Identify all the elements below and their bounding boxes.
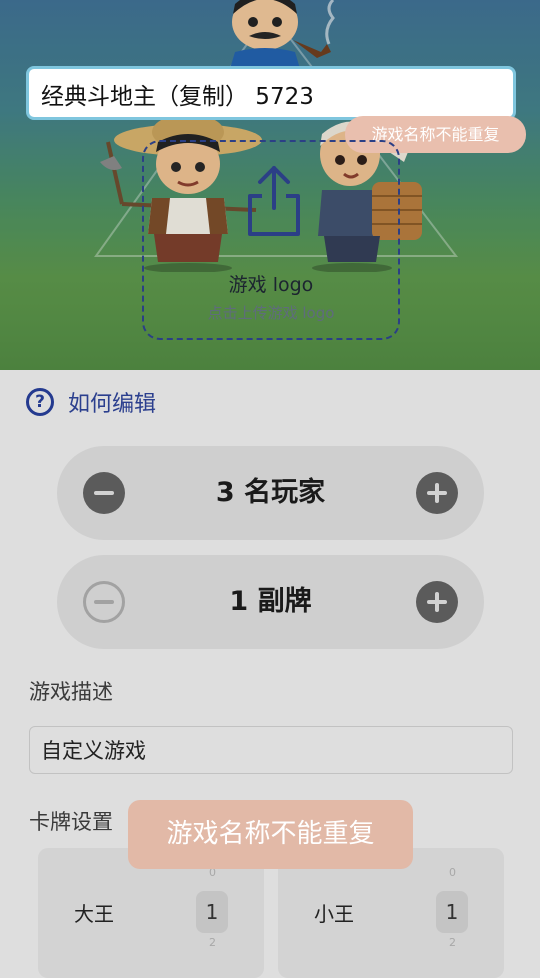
deck-count-stepper: 1 副牌 xyxy=(57,555,484,649)
card-settings-label: 卡牌设置 xyxy=(29,810,113,834)
minus-icon xyxy=(94,491,114,495)
game-name-input[interactable] xyxy=(39,69,503,119)
description-label: 游戏描述 xyxy=(29,680,113,704)
increase-players-button[interactable] xyxy=(416,472,458,514)
logo-upload-area[interactable]: 游戏 logo 点击上传游戏 logo xyxy=(142,140,400,340)
decrease-players-button[interactable] xyxy=(83,472,125,514)
card-name: 小王 xyxy=(314,902,354,926)
logo-upload-subtitle: 点击上传游戏 logo xyxy=(207,304,335,322)
how-to-edit-label: 如何编辑 xyxy=(68,392,157,417)
logo-upload-title: 游戏 logo xyxy=(228,274,314,296)
card-count-picker[interactable]: 0 1 2 xyxy=(196,866,230,966)
decrease-decks-button[interactable] xyxy=(83,581,125,623)
how-to-edit-link[interactable]: ? 如何编辑 xyxy=(26,385,156,419)
help-icon: ? xyxy=(26,388,54,416)
description-input[interactable] xyxy=(29,726,513,774)
error-toast: 游戏名称不能重复 xyxy=(128,800,413,869)
card-count-picker[interactable]: 0 1 2 xyxy=(436,866,470,966)
card-count-value: 1 xyxy=(196,891,228,933)
minus-icon xyxy=(94,600,114,604)
upload-icon xyxy=(248,166,300,236)
player-count-stepper: 3 名玩家 xyxy=(57,446,484,540)
increase-decks-button[interactable] xyxy=(416,581,458,623)
game-name-field[interactable] xyxy=(26,66,516,120)
card-name: 大王 xyxy=(74,902,114,926)
card-count-value: 1 xyxy=(436,891,468,933)
